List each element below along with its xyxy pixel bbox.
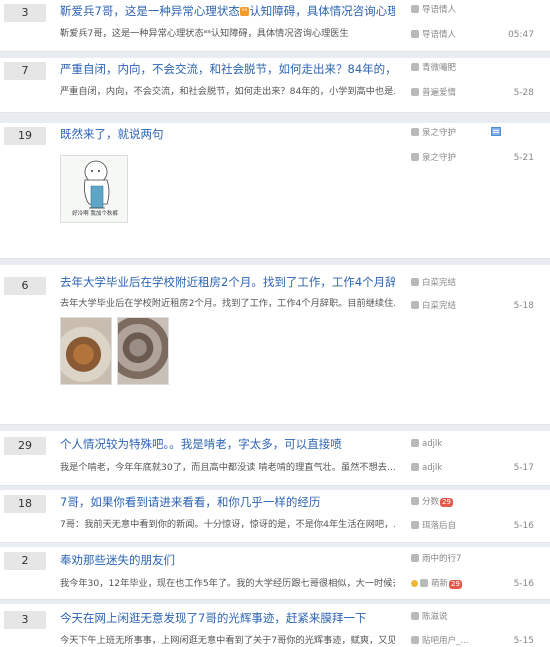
thread-item[interactable]: 29 个人情况较为特殊吧。。我是啃老，字太多，可以直接喷 我是个啃老，今年年底就… [0, 431, 550, 486]
last-reply-time: 5-18 [513, 301, 534, 311]
thread-image-thumbnail[interactable] [117, 317, 169, 385]
thread-title[interactable]: 奉劝那些迷失的朋友们 [60, 552, 395, 568]
author-name[interactable]: 分数 [422, 497, 439, 507]
comment-icon [411, 153, 419, 161]
last-reply-user[interactable]: 贴吧用户_... [422, 636, 468, 646]
thread-item[interactable]: 19 既然来了，就说两句 泉之守护 泉之守护 5-21 好冷啊 我加个秋裤 [0, 123, 550, 259]
thread-title[interactable]: 既然来了，就说两句 [60, 126, 395, 142]
title-tag: ᵃᵃ [239, 7, 250, 16]
author-name[interactable]: 陈滋说 [422, 612, 448, 622]
thread-author[interactable]: 分数 29 [411, 496, 491, 508]
last-reply-time: 5-21 [513, 153, 534, 163]
thread-author[interactable]: 青微嘬肥 [411, 62, 491, 74]
last-reply-time: 05:47 [508, 30, 534, 40]
thread-image-thumbnail[interactable]: 好冷啊 我加个秋裤 [60, 155, 128, 223]
last-reply[interactable]: adjlk [411, 462, 501, 474]
user-icon [411, 554, 419, 562]
user-icon [411, 5, 419, 13]
reply-count-badge: 7 [4, 62, 46, 80]
thread-author[interactable]: 白菜完结 [411, 277, 491, 289]
thread-title[interactable]: 靳爱兵7哥，这是一种异常心理状态 ᵃᵃ 认知障碍，具体情况咨询心理 [60, 3, 395, 19]
last-reply-user[interactable]: 普遍爱情 [422, 88, 456, 98]
reply-count-badge: 2 [4, 552, 46, 570]
image-icon [491, 127, 501, 136]
author-name[interactable]: 雨中的行7 [422, 554, 461, 564]
last-reply-time: 5-16 [513, 579, 534, 589]
last-reply[interactable]: 珥落后自 [411, 520, 501, 532]
user-icon [411, 497, 419, 505]
last-reply[interactable]: 白菜完结 [411, 300, 501, 312]
author-name[interactable]: 青微嘬肥 [422, 63, 456, 73]
thread-title[interactable]: 个人情况较为特殊吧。。我是啃老，字太多，可以直接喷 [60, 436, 395, 452]
thread-abstract: 去年大学毕业后在学校附近租房2个月。找到了工作，工作4个月辞职。目前继续住... [60, 298, 395, 309]
last-reply-user[interactable]: 珥落后自 [422, 521, 456, 531]
thread-title[interactable]: 去年大学毕业后在学校附近租房2个月。找到了工作，工作4个月辞 [60, 274, 395, 290]
author-name[interactable]: 导语情人 [422, 5, 456, 15]
thread-image-thumbnail[interactable] [60, 317, 112, 385]
last-reply-user[interactable]: 萌新 [431, 579, 448, 589]
thread-item[interactable]: 2 奉劝那些迷失的朋友们 我今年30，12年毕业，现在也工作5年了。我的大学经历… [0, 547, 550, 600]
thread-item[interactable]: 3 今天在网上闲逛无意发现了7哥的光辉事迹，赶紧来膜拜一下 今天下午上班无所事事… [0, 604, 550, 647]
last-reply[interactable]: 萌新 29 [411, 578, 501, 590]
thread-title-text-rest[interactable]: 认知障碍，具体情况咨询心理 [249, 4, 395, 18]
comment-icon [411, 521, 419, 529]
author-name[interactable]: 白菜完结 [422, 278, 456, 288]
sticker-caption: 好冷啊 我加个秋裤 [72, 211, 118, 217]
last-reply-time: 5-17 [513, 463, 534, 473]
user-icon [411, 128, 419, 136]
author-name[interactable]: adjlk [422, 439, 442, 449]
last-reply-time: 5-28 [513, 88, 534, 98]
last-reply-time: 5-15 [513, 636, 534, 646]
thread-abstract: 7哥：我前天无意中看到你的新闻。十分惊讶，惊讶的是，不是你4年生活在网吧，... [60, 519, 395, 530]
thread-title[interactable]: 严重自闭，内向，不会交流，和社会脱节，如何走出来？84年的， [60, 61, 395, 77]
thread-title[interactable]: 今天在网上闲逛无意发现了7哥的光辉事迹，赶紧来膜拜一下 [60, 610, 395, 626]
level-badge: 29 [449, 580, 462, 589]
thread-author[interactable]: adjlk [411, 438, 491, 450]
reply-count-badge: 19 [4, 127, 46, 145]
thread-author[interactable]: 导语情人 [411, 4, 491, 16]
author-name[interactable]: 泉之守护 [422, 128, 456, 138]
last-reply[interactable]: 泉之守护 [411, 152, 501, 164]
user-icon [411, 63, 419, 71]
last-reply[interactable]: 导语情人 [411, 29, 501, 41]
thread-item[interactable]: 18 7哥，如果你看到请进来看看，和你几乎一样的经历 7哥：我前天无意中看到你的… [0, 490, 550, 543]
comment-icon [411, 88, 419, 96]
thread-abstract: 今天下午上班无所事事，上网闲逛无意中看到了关于7哥你的光辉事迹，赋爽，又见... [60, 635, 395, 646]
thread-title-text[interactable]: 靳爱兵7哥，这是一种异常心理状态 [60, 4, 240, 18]
thread-title[interactable]: 7哥，如果你看到请进来看看，和你几乎一样的经历 [60, 494, 395, 510]
reply-count-badge: 18 [4, 495, 46, 513]
level-badge: 29 [440, 498, 453, 507]
comment-icon [411, 301, 419, 309]
thread-item[interactable]: 7 严重自闭，内向，不会交流，和社会脱节，如何走出来？84年的， 严重自闭，内向… [0, 58, 550, 113]
thread-abstract: 严重自闭，内向，不会交流，和社会脱节，如何走出来？84年的，小学到高中也是... [60, 86, 395, 97]
thread-abstract: 我是个啃老，今年年底就30了，而且高中都没读 啃老啃的理直气壮。虽然不想去... [60, 462, 395, 473]
last-reply-user[interactable]: adjlk [422, 463, 442, 473]
comment-icon [420, 579, 428, 587]
coin-icon [411, 580, 418, 587]
last-reply-user[interactable]: 白菜完结 [422, 301, 456, 311]
comment-icon [411, 636, 419, 644]
user-icon [411, 278, 419, 286]
thread-item[interactable]: 3 靳爱兵7哥，这是一种异常心理状态 ᵃᵃ 认知障碍，具体情况咨询心理 靳爱兵7哥，… [0, 0, 550, 52]
thread-abstract: 靳爱兵7哥，这是一种异常心理状态ᵃᵃ认知障碍，具体情况咨询心理医生 [60, 28, 349, 39]
reply-count-badge: 3 [4, 4, 46, 22]
last-reply-user[interactable]: 导语情人 [422, 30, 456, 40]
reply-count-badge: 3 [4, 611, 46, 629]
reply-count-badge: 29 [4, 437, 46, 455]
thread-item[interactable]: 6 去年大学毕业后在学校附近租房2个月。找到了工作，工作4个月辞 去年大学毕业后… [0, 265, 550, 425]
last-reply[interactable]: 普遍爱情 [411, 87, 501, 99]
comment-icon [411, 30, 419, 38]
user-icon [411, 439, 419, 447]
thread-abstract: 我今年30，12年毕业，现在也工作5年了。我的大学经历跟七哥很相似，大一时候去.… [60, 578, 395, 589]
last-reply[interactable]: 贴吧用户_... [411, 635, 501, 647]
thread-author[interactable]: 泉之守护 [411, 127, 491, 139]
last-reply-user[interactable]: 泉之守护 [422, 153, 456, 163]
user-icon [411, 612, 419, 620]
thread-author[interactable]: 雨中的行7 [411, 553, 491, 565]
thread-author[interactable]: 陈滋说 [411, 611, 491, 623]
comment-icon [411, 463, 419, 471]
last-reply-time: 5-16 [513, 521, 534, 531]
reply-count-badge: 6 [4, 277, 46, 295]
